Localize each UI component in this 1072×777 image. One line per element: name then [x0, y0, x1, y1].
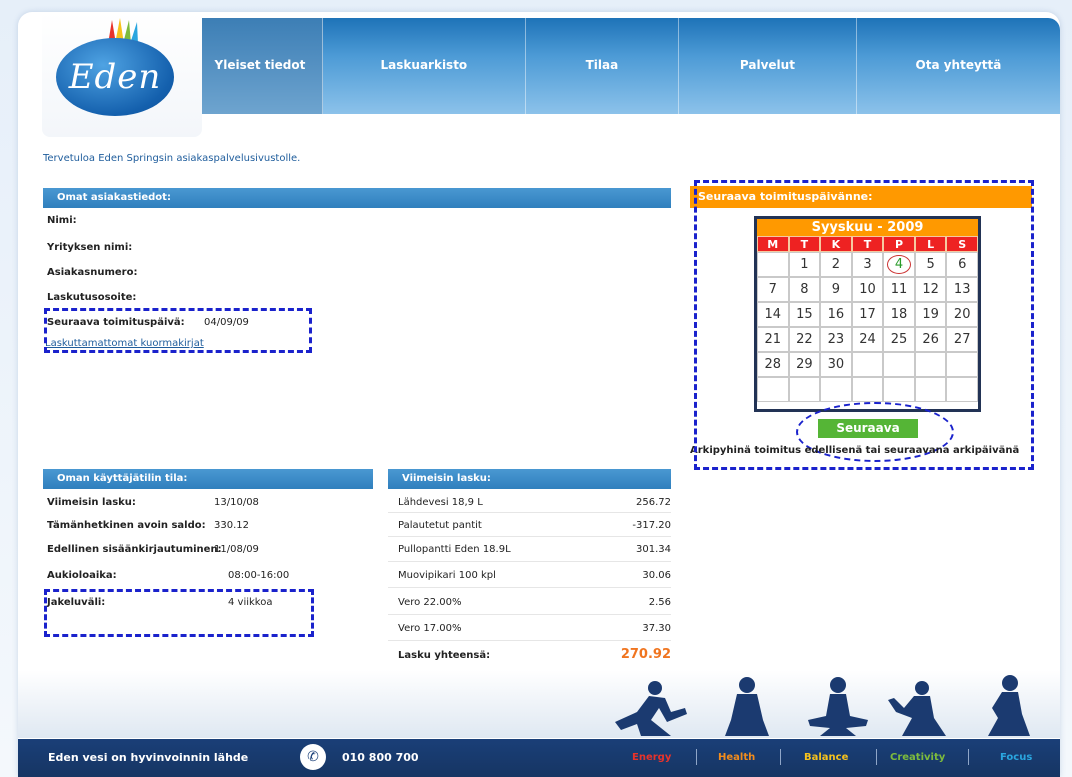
account-label-open-balance: Tämänhetkinen avoin saldo: [47, 520, 206, 531]
welcome-text: Tervetuloa Eden Springsin asiakaspalvelu… [43, 153, 301, 164]
footer-slogan: Eden vesi on hyvinvoinnin lähde [48, 751, 249, 764]
balance-figure-icon [808, 677, 868, 736]
footer-word-health: Health [718, 752, 756, 763]
row-divider [388, 640, 671, 641]
footer-separator [876, 749, 877, 765]
account-value-open-balance: 330.12 [214, 520, 249, 531]
invoice-item-value: -317.20 [632, 520, 671, 531]
row-divider [388, 561, 671, 562]
row-divider [388, 587, 671, 588]
health-figure-icon [725, 677, 769, 736]
invoice-item-value: 2.56 [648, 597, 671, 608]
eden-logo[interactable]: Eden [56, 38, 174, 116]
invoice-item-value: 30.06 [642, 570, 671, 581]
invoice-item-value: 301.34 [636, 544, 671, 555]
account-label-opening-hours: Aukioloaika: [47, 570, 117, 581]
footer-separator [780, 749, 781, 765]
footer-separator [968, 749, 969, 765]
account-value-last-login: 11/08/09 [214, 544, 259, 555]
invoice-item-value: 37.30 [642, 623, 671, 634]
main-nav: Yleiset tiedot Laskuarkisto Tilaa Palvel… [198, 18, 1060, 114]
invoice-item-label: Muovipikari 100 kpl [398, 570, 496, 581]
invoice-total-value: 270.92 [620, 647, 671, 662]
page-frame: Yleiset tiedot Laskuarkisto Tilaa Palvel… [18, 12, 1060, 777]
invoice-item-label: Vero 22.00% [398, 597, 462, 608]
logo-container: Eden [42, 12, 202, 137]
footer-bar: Eden vesi on hyvinvoinnin lähde ✆ 010 80… [18, 739, 1060, 777]
name-label: Nimi: [47, 215, 77, 226]
row-divider [388, 614, 671, 615]
account-value-last-invoice: 13/10/08 [214, 497, 259, 508]
account-label-last-login: Edellinen sisäänkirjautuminen: [47, 544, 222, 555]
footer-word-focus: Focus [1000, 752, 1033, 763]
account-label-last-invoice: Viimeisin lasku: [47, 497, 136, 508]
row-divider [388, 536, 671, 537]
account-value-opening-hours: 08:00-16:00 [228, 570, 290, 581]
energy-figure-icon [615, 681, 687, 736]
invoice-item-value: 256.72 [636, 497, 671, 508]
highlight-box-next-delivery [44, 308, 312, 353]
account-status-header: Oman käyttäjätilin tila: [43, 469, 373, 489]
footer-word-creativity: Creativity [890, 752, 946, 763]
nav-tilaa[interactable]: Tilaa [526, 18, 679, 114]
row-divider [388, 512, 671, 513]
company-label: Yrityksen nimi: [47, 242, 133, 253]
invoice-item-label: Vero 17.00% [398, 623, 462, 634]
customer-info-header: Omat asiakastiedot: [43, 188, 671, 208]
invoice-total-label: Lasku yhteensä: [398, 650, 491, 661]
invoice-item-label: Lähdevesi 18,9 L [398, 497, 483, 508]
highlight-box-calendar [694, 180, 1034, 470]
creativity-figure-icon [888, 681, 946, 736]
invoice-item-label: Palautetut pantit [398, 520, 482, 531]
footer-word-energy: Energy [632, 752, 672, 763]
nav-yleiset-tiedot[interactable]: Yleiset tiedot [198, 18, 323, 114]
latest-invoice-header: Viimeisin lasku: [388, 469, 671, 489]
footer-phone-number[interactable]: 010 800 700 [342, 751, 419, 764]
nav-palvelut[interactable]: Palvelut [679, 18, 857, 114]
billing-address-label: Laskutusosoite: [47, 292, 137, 303]
focus-figure-icon [988, 675, 1030, 736]
footer-separator [696, 749, 697, 765]
footer-illustration [18, 670, 1060, 738]
nav-laskuarkisto[interactable]: Laskuarkisto [323, 18, 526, 114]
invoice-item-label: Pullopantti Eden 18.9L [398, 544, 511, 555]
customer-number-label: Asiakasnumero: [47, 267, 138, 278]
highlight-box-delivery-interval [44, 589, 314, 637]
footer-word-balance: Balance [804, 752, 849, 763]
nav-ota-yhteytta[interactable]: Ota yhteyttä [857, 18, 1060, 114]
phone-icon: ✆ [300, 744, 326, 770]
